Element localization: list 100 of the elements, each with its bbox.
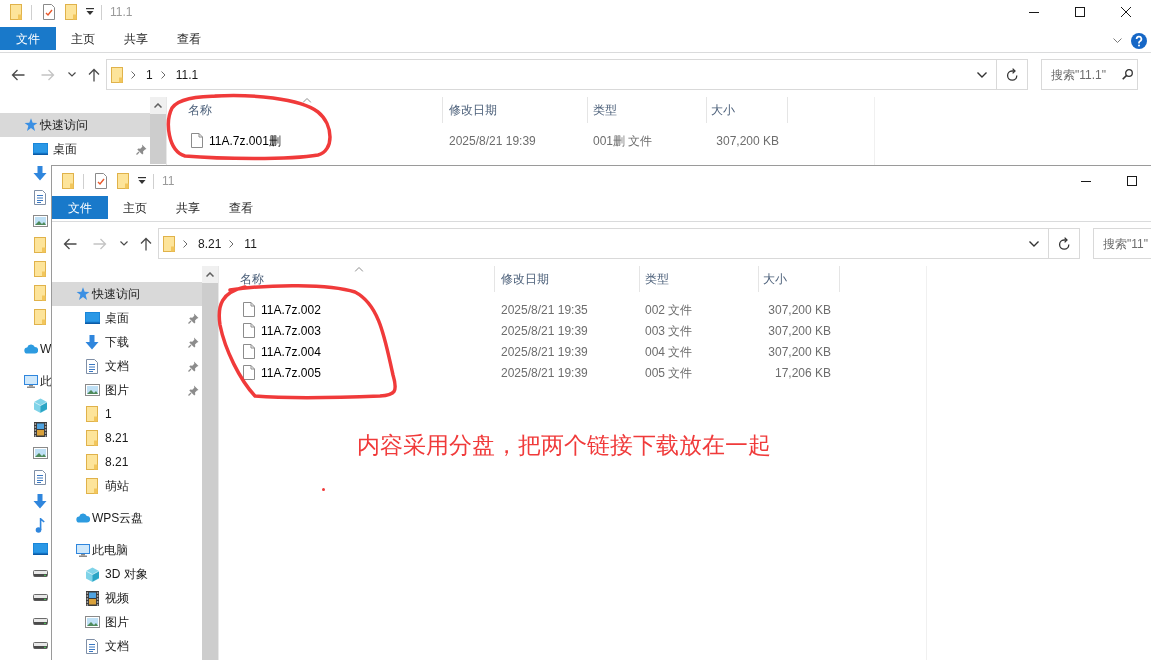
nav-item[interactable]: 此电脑 — [75, 541, 128, 559]
scrollbar-thumb[interactable] — [150, 114, 166, 164]
search-icon[interactable] — [1122, 69, 1133, 80]
nav-item[interactable]: 桌面 — [32, 140, 77, 158]
breadcrumb-link[interactable]: 11.1 — [175, 65, 199, 84]
column-header[interactable]: 修改日期 — [443, 97, 588, 123]
pin-icon[interactable] — [188, 384, 199, 396]
nav-item[interactable]: W — [23, 340, 52, 358]
ribbon-tab[interactable]: 共享 — [109, 27, 162, 50]
nav-item[interactable]: 下载 — [84, 333, 129, 351]
file-name[interactable]: 11A.7z.004 — [261, 342, 321, 361]
up-arrow-icon[interactable] — [140, 236, 152, 251]
nav-item[interactable]: 1 — [84, 405, 112, 423]
dropdown-arrow-icon[interactable] — [86, 8, 94, 16]
search-field[interactable]: 搜索"11" — [1093, 228, 1151, 259]
minimize-icon[interactable] — [1081, 180, 1091, 182]
computer-icon — [23, 374, 38, 388]
properties-icon[interactable] — [95, 173, 107, 189]
star-icon — [75, 287, 90, 301]
scroll-up-button[interactable] — [150, 97, 166, 114]
address-bar[interactable]: 8.21 11 — [158, 228, 1080, 259]
nav-item[interactable] — [32, 593, 48, 601]
chevron-right-icon[interactable] — [229, 239, 235, 248]
chevron-down-icon[interactable] — [1029, 240, 1039, 247]
nav-item[interactable]: 桌面 — [84, 309, 129, 327]
file-tab[interactable]: 文件 — [52, 196, 108, 219]
address-bar[interactable]: 1 11.1 — [106, 59, 1028, 90]
back-arrow-icon[interactable] — [11, 68, 25, 81]
up-arrow-icon[interactable] — [88, 67, 100, 82]
desktop-icon — [84, 312, 100, 324]
nav-item[interactable] — [32, 641, 48, 649]
file-name[interactable]: 11A.7z.003 — [261, 321, 321, 340]
column-header[interactable]: 修改日期 — [495, 266, 640, 292]
file-tab[interactable]: 文件 — [0, 27, 56, 50]
ribbon-tab[interactable]: 查看 — [214, 196, 267, 219]
nav-item[interactable]: 8.21 — [84, 453, 129, 471]
nav-item[interactable] — [32, 421, 48, 437]
document-icon — [86, 638, 98, 654]
nav-item[interactable]: 萌站 — [84, 477, 129, 495]
nav-item[interactable]: 3D 对象 — [84, 565, 148, 583]
dropdown-arrow-icon[interactable] — [138, 177, 146, 185]
folder-icon — [34, 261, 46, 277]
chevron-down-icon[interactable] — [120, 241, 128, 246]
ribbon-tab[interactable]: 主页 — [108, 196, 161, 219]
file-name[interactable]: 11A.7z.001删 — [209, 131, 281, 150]
ribbon-tab[interactable]: 查看 — [162, 27, 215, 50]
properties-icon[interactable] — [43, 4, 55, 20]
chevron-down-icon[interactable] — [68, 72, 76, 77]
nav-item[interactable]: 图片 — [84, 381, 129, 399]
refresh-icon[interactable] — [1058, 237, 1070, 250]
breadcrumb-link[interactable]: 1 — [146, 65, 153, 84]
scroll-up-button[interactable] — [202, 266, 218, 283]
nav-item[interactable]: 文档 — [84, 637, 129, 655]
pin-icon[interactable] — [136, 143, 147, 155]
pin-icon[interactable] — [188, 312, 199, 324]
nav-item[interactable]: 文档 — [84, 357, 129, 375]
pin-icon[interactable] — [188, 360, 199, 372]
column-header[interactable]: 类型 — [588, 97, 707, 123]
breadcrumb-link[interactable]: 11 — [244, 234, 257, 253]
nav-item[interactable]: 图片 — [84, 613, 129, 631]
nav-item[interactable]: 快速访问 — [52, 282, 202, 306]
column-header[interactable]: 类型 — [640, 266, 759, 292]
maximize-icon[interactable] — [1127, 176, 1137, 186]
nav-item[interactable]: 8.21 — [84, 429, 129, 447]
pin-icon[interactable] — [188, 336, 199, 348]
folder-icon — [34, 237, 46, 253]
file-name[interactable]: 11A.7z.005 — [261, 363, 321, 382]
scrollbar-thumb[interactable] — [202, 283, 218, 660]
column-header[interactable]: 大小 — [759, 266, 840, 292]
chevron-right-icon[interactable] — [160, 70, 166, 79]
nav-item[interactable] — [32, 617, 48, 625]
close-icon[interactable] — [1121, 7, 1131, 17]
breadcrumb-link[interactable]: 8.21 — [198, 234, 222, 253]
chevron-down-icon[interactable] — [977, 71, 987, 78]
column-header[interactable]: 大小 — [707, 97, 788, 123]
nav-item[interactable]: WPS云盘 — [75, 509, 144, 527]
nav-item[interactable] — [32, 569, 48, 577]
back-arrow-icon[interactable] — [63, 237, 77, 250]
nav-item[interactable]: 快速访问 — [0, 113, 150, 137]
file-size: 17,206 KB — [774, 364, 831, 382]
picture-icon — [84, 616, 100, 628]
chevron-right-icon[interactable] — [131, 70, 136, 79]
column-header[interactable]: 名称 — [224, 266, 495, 292]
search-field[interactable]: 搜索"11.1" — [1041, 59, 1138, 90]
refresh-icon[interactable] — [1006, 68, 1018, 81]
ribbon-tab[interactable]: 主页 — [56, 27, 109, 50]
help-icon[interactable] — [1131, 32, 1147, 49]
minimize-icon[interactable] — [1029, 11, 1039, 13]
maximize-icon[interactable] — [1075, 7, 1085, 17]
nav-item[interactable] — [32, 543, 48, 555]
nav-item[interactable]: 视频 — [84, 589, 129, 607]
chevron-right-icon[interactable] — [183, 239, 188, 248]
column-header[interactable]: 名称 — [172, 97, 443, 123]
drive-icon — [32, 593, 48, 601]
drive-icon — [32, 569, 48, 577]
file-size: 307,200 KB — [768, 322, 831, 340]
ribbon-tab[interactable]: 共享 — [161, 196, 214, 219]
file-name[interactable]: 11A.7z.002 — [261, 300, 321, 319]
cloud-icon — [75, 513, 90, 523]
drive-icon — [32, 617, 48, 625]
